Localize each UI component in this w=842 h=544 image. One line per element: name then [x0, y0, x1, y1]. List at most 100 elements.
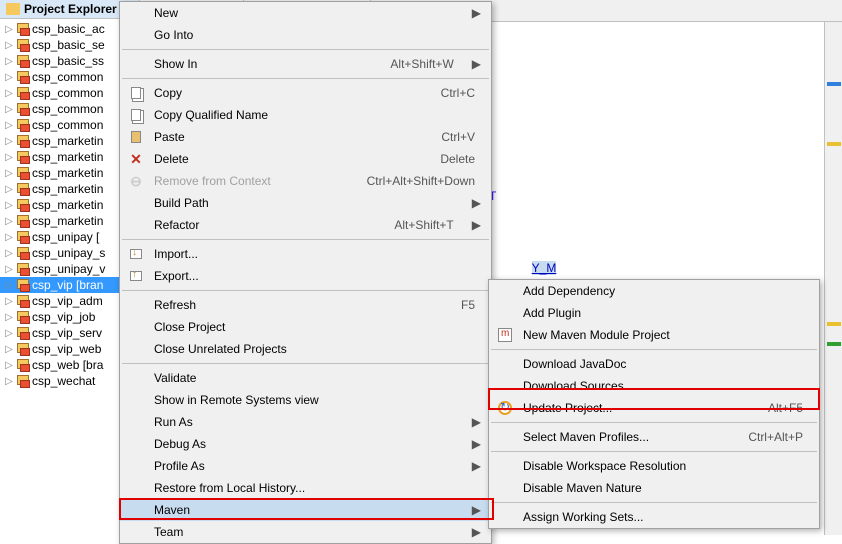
expand-icon[interactable]: ▷: [4, 232, 14, 243]
menu-label: Download JavaDoc: [523, 357, 813, 371]
menu2-item-download-javadoc[interactable]: Download JavaDoc: [489, 353, 819, 375]
menu2-item-disable-maven-nature[interactable]: Disable Maven Nature: [489, 477, 819, 499]
project-icon: [16, 166, 30, 180]
menu-label: New: [154, 6, 464, 20]
menu2-item-select-maven-profiles[interactable]: Select Maven Profiles...Ctrl+Alt+P: [489, 426, 819, 448]
blank-icon: [495, 356, 515, 372]
expand-icon[interactable]: ▷: [4, 280, 14, 291]
context-menu-maven[interactable]: Add Dependency Add Plugin New Maven Module…: [488, 279, 820, 529]
menu-label: Update Project...: [523, 401, 760, 415]
submenu-arrow-icon: ▶: [472, 503, 485, 517]
expand-icon[interactable]: ▷: [4, 328, 14, 339]
expand-icon[interactable]: ▷: [4, 72, 14, 83]
expand-icon[interactable]: ▷: [4, 264, 14, 275]
blank-icon: [495, 509, 515, 525]
menu1-item-show-in[interactable]: Show InAlt+Shift+W▶: [120, 53, 491, 75]
menu1-item-go-into[interactable]: Go Into: [120, 24, 491, 46]
expand-icon[interactable]: ▷: [4, 216, 14, 227]
menu1-item-validate[interactable]: Validate: [120, 367, 491, 389]
menu-label: Copy: [154, 86, 433, 100]
project-icon: [16, 118, 30, 132]
project-icon: [16, 278, 30, 292]
blank-icon: [495, 378, 515, 394]
menu1-item-maven[interactable]: Maven ▶: [120, 499, 491, 521]
menu1-item-profile-as[interactable]: Profile As▶: [120, 455, 491, 477]
blank-icon: [495, 283, 515, 299]
menu2-item-disable-workspace-resolution[interactable]: Disable Workspace Resolution: [489, 455, 819, 477]
tree-item-label: csp_basic_se: [32, 38, 105, 52]
expand-icon[interactable]: ▷: [4, 248, 14, 259]
menu1-item-new[interactable]: New▶: [120, 2, 491, 24]
menu-label: Assign Working Sets...: [523, 510, 813, 524]
tree-item-label: csp_common: [32, 86, 103, 100]
project-icon: [16, 310, 30, 324]
expand-icon[interactable]: ▷: [4, 168, 14, 179]
expand-icon[interactable]: ▷: [4, 376, 14, 387]
menu-label: Delete: [154, 152, 432, 166]
expand-icon[interactable]: ▷: [4, 200, 14, 211]
menu1-item-restore-from-local-history[interactable]: Restore from Local History...: [120, 477, 491, 499]
menu1-item-import[interactable]: Import...: [120, 243, 491, 265]
expand-icon[interactable]: ▷: [4, 344, 14, 355]
project-icon: [16, 326, 30, 340]
menu2-item-assign-working-sets[interactable]: Assign Working Sets...: [489, 506, 819, 528]
menu-shortcut: Ctrl+Alt+P: [748, 430, 813, 444]
blank-icon: [126, 414, 146, 430]
menu1-item-export[interactable]: Export...: [120, 265, 491, 287]
expand-icon[interactable]: ▷: [4, 136, 14, 147]
menu1-item-close-unrelated-projects[interactable]: Close Unrelated Projects: [120, 338, 491, 360]
menu1-item-run-as[interactable]: Run As▶: [120, 411, 491, 433]
tree-item-label: csp_vip_job: [32, 310, 95, 324]
expand-icon[interactable]: ▷: [4, 312, 14, 323]
menu-label: Debug As: [154, 437, 464, 451]
menu2-item-download-sources[interactable]: Download Sources: [489, 375, 819, 397]
project-icon: [16, 358, 30, 372]
menu1-item-build-path[interactable]: Build Path▶: [120, 192, 491, 214]
menu1-item-paste[interactable]: PasteCtrl+V: [120, 126, 491, 148]
menu-label: Maven: [154, 503, 464, 517]
expand-icon[interactable]: ▷: [4, 56, 14, 67]
menu-shortcut: Alt+F5: [768, 401, 813, 415]
menu1-item-copy-qualified-name[interactable]: Copy Qualified Name: [120, 104, 491, 126]
menu2-item-new-maven-module-project[interactable]: New Maven Module Project: [489, 324, 819, 346]
export-icon: [126, 268, 146, 284]
menu-label: Add Dependency: [523, 284, 813, 298]
expand-icon[interactable]: ▷: [4, 360, 14, 371]
menu1-item-close-project[interactable]: Close Project: [120, 316, 491, 338]
expand-icon[interactable]: ▷: [4, 184, 14, 195]
menu2-item-update-project[interactable]: Update Project... Alt+F5: [489, 397, 819, 419]
menu1-item-refresh[interactable]: RefreshF5: [120, 294, 491, 316]
expand-icon[interactable]: ▷: [4, 296, 14, 307]
context-menu-main[interactable]: New▶Go IntoShow InAlt+Shift+W▶CopyCtrl+C…: [119, 1, 492, 544]
update-icon: [495, 400, 515, 416]
menu-separator: [122, 290, 489, 291]
expand-icon[interactable]: ▷: [4, 120, 14, 131]
project-icon: [16, 38, 30, 52]
tree-item-label: csp_common: [32, 70, 103, 84]
project-icon: [16, 54, 30, 68]
submenu-arrow-icon: ▶: [472, 196, 485, 210]
tree-item-label: csp_marketin: [32, 150, 103, 164]
menu2-item-add-dependency[interactable]: Add Dependency: [489, 280, 819, 302]
paste-icon: [126, 129, 146, 145]
menu2-item-add-plugin[interactable]: Add Plugin: [489, 302, 819, 324]
expand-icon[interactable]: ▷: [4, 152, 14, 163]
blank-icon: [126, 436, 146, 452]
menu1-item-copy[interactable]: CopyCtrl+C: [120, 82, 491, 104]
blank-icon: [495, 480, 515, 496]
copy-icon: [126, 85, 146, 101]
menu-label: New Maven Module Project: [523, 328, 813, 342]
delete-icon: ✕: [126, 151, 146, 167]
tree-item-label: csp_marketin: [32, 134, 103, 148]
menu1-item-debug-as[interactable]: Debug As▶: [120, 433, 491, 455]
menu1-item-delete[interactable]: ✕DeleteDelete: [120, 148, 491, 170]
menu1-item-refactor[interactable]: RefactorAlt+Shift+T▶: [120, 214, 491, 236]
expand-icon[interactable]: ▷: [4, 40, 14, 51]
tree-item-label: csp_basic_ss: [32, 54, 104, 68]
overview-ruler[interactable]: [824, 22, 842, 535]
expand-icon[interactable]: ▷: [4, 88, 14, 99]
menu1-item-show-in-remote-systems-view[interactable]: Show in Remote Systems view: [120, 389, 491, 411]
menu1-item-team[interactable]: Team▶: [120, 521, 491, 543]
expand-icon[interactable]: ▷: [4, 104, 14, 115]
expand-icon[interactable]: ▷: [4, 24, 14, 35]
